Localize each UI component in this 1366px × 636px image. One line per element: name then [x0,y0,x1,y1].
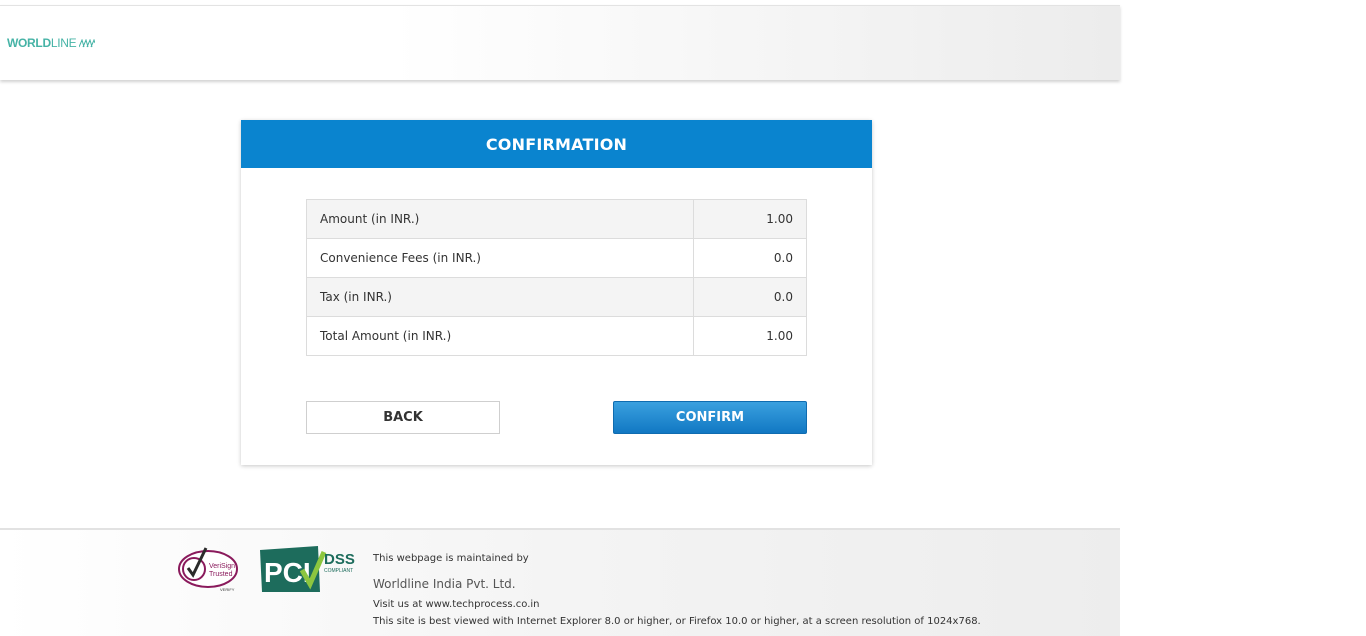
pci-dss-compliant-icon: PCI DSS COMPLIANT [260,546,355,592]
logo-text-bold: WORLD [7,36,51,50]
browser-note: This site is best viewed with Internet E… [373,616,981,627]
footer: VeriSign Trusted VERIFY PCI DSS COMPLIAN… [0,528,1120,636]
worldline-waves-icon [79,38,96,47]
table-row: Amount (in INR.) 1.00 [306,199,807,239]
total-amount-label: Total Amount (in INR.) [306,316,694,356]
convenience-fees-label: Convenience Fees (in INR.) [306,238,694,278]
payment-summary-table: Amount (in INR.) 1.00 Convenience Fees (… [306,199,807,356]
maintained-by-text: This webpage is maintained by [373,553,529,564]
amount-value: 1.00 [693,199,807,239]
visit-link[interactable]: Visit us at www.techprocess.co.in [373,600,540,610]
back-button[interactable]: BACK [306,401,500,434]
verify-text: VERIFY [220,587,235,592]
company-name: Worldline India Pvt. Ltd. [373,577,516,591]
table-row: Tax (in INR.) 0.0 [306,277,807,317]
verisign-text: VeriSign [209,563,235,570]
total-amount-value: 1.00 [693,316,807,356]
confirm-button[interactable]: CONFIRM [613,401,807,434]
confirmation-title: CONFIRMATION [241,120,872,168]
verisign-trusted-seal-icon[interactable]: VeriSign Trusted VERIFY [178,544,250,594]
trusted-text: Trusted [209,571,233,578]
convenience-fees-value: 0.0 [693,238,807,278]
tax-value: 0.0 [693,277,807,317]
confirmation-card: CONFIRMATION Amount (in INR.) 1.00 Conve… [241,120,872,465]
worldline-logo[interactable]: WORLD LINE [7,36,96,50]
tax-label: Tax (in INR.) [306,277,694,317]
logo-text-thin: LINE [50,36,77,50]
header: WORLD LINE [0,5,1120,80]
amount-label: Amount (in INR.) [306,199,694,239]
compliant-text: COMPLIANT [324,568,353,574]
page: WORLD LINE CONFIRMATION Amount (in INR.) … [0,0,1366,636]
dss-text: DSS [324,551,355,568]
table-row: Total Amount (in INR.) 1.00 [306,316,807,356]
table-row: Convenience Fees (in INR.) 0.0 [306,238,807,278]
